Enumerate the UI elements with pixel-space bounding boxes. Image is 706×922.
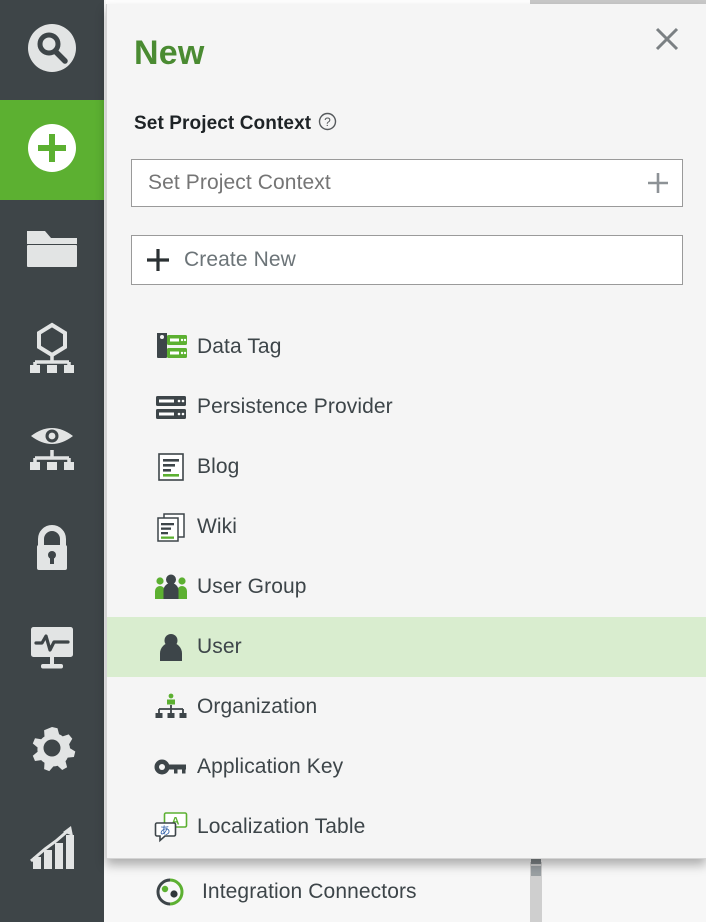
sidebar-item-new[interactable] <box>0 100 104 200</box>
set-project-context-field[interactable] <box>132 170 634 196</box>
data-tag-icon <box>147 332 195 362</box>
list-item-localization-table[interactable]: A あ Localization Table <box>107 797 706 857</box>
server-stack-icon <box>147 392 195 422</box>
list-item-application-key[interactable]: Application Key <box>107 737 706 797</box>
background-list-item-label: Integration Connectors <box>202 880 417 904</box>
list-item-label: Localization Table <box>197 815 365 839</box>
chart-growth-icon <box>25 823 79 878</box>
new-item-list: Data Tag Persistence Provider <box>107 317 706 857</box>
lock-icon <box>25 521 79 580</box>
search-icon <box>25 21 79 80</box>
close-button[interactable] <box>650 24 684 58</box>
create-new-button[interactable]: Create New <box>131 235 683 285</box>
plus-circle-icon <box>25 121 79 180</box>
integration-connectors-icon <box>146 877 194 907</box>
localization-icon: A あ <box>147 811 195 843</box>
list-item-label: Wiki <box>197 515 237 539</box>
create-new-label: Create New <box>184 248 296 272</box>
add-project-context-icon[interactable] <box>634 170 682 196</box>
list-item-organization[interactable]: Organization <box>107 677 706 737</box>
list-item-label: Application Key <box>197 755 343 779</box>
list-item-label: User <box>197 635 242 659</box>
svg-text:あ: あ <box>160 824 171 837</box>
set-project-context-label: Set Project Context <box>134 113 311 135</box>
list-item-label: Data Tag <box>197 335 281 359</box>
sidebar-item-settings[interactable] <box>0 700 104 800</box>
background-scrollbar-cap[interactable] <box>531 859 541 864</box>
list-item-user-group[interactable]: User Group <box>107 557 706 617</box>
folder-icon <box>25 223 79 278</box>
background-scrollbar-thumb[interactable] <box>531 866 541 876</box>
blog-page-icon <box>147 451 195 483</box>
list-item-blog[interactable]: Blog <box>107 437 706 497</box>
user-icon <box>147 632 195 662</box>
model-icon <box>25 322 79 379</box>
new-flyout-panel: New Set Project Context ? Create New <box>106 4 706 859</box>
list-item-label: User Group <box>197 575 307 599</box>
organization-icon <box>147 692 195 722</box>
close-icon <box>654 26 680 57</box>
set-project-context-input[interactable] <box>131 159 683 207</box>
user-group-icon <box>147 572 195 602</box>
sidebar-item-model[interactable] <box>0 300 104 400</box>
key-icon <box>147 755 195 779</box>
left-icon-rail <box>0 0 104 922</box>
list-item-user[interactable]: User <box>107 617 706 677</box>
list-item-data-tag[interactable]: Data Tag <box>107 317 706 377</box>
pulse-screen-icon <box>25 623 79 678</box>
monitor-eye-icon <box>25 422 79 479</box>
sidebar-item-files[interactable] <box>0 200 104 300</box>
gear-icon <box>25 721 79 780</box>
list-item-label: Organization <box>197 695 317 719</box>
list-item-persistence-provider[interactable]: Persistence Provider <box>107 377 706 437</box>
sidebar-item-health[interactable] <box>0 600 104 700</box>
wiki-pages-icon <box>147 511 195 543</box>
list-item-label: Blog <box>197 455 239 479</box>
list-item-label: Persistence Provider <box>197 395 393 419</box>
sidebar-item-security[interactable] <box>0 500 104 600</box>
set-project-context-label-row: Set Project Context ? <box>134 112 337 136</box>
background-list-item-integration-connectors[interactable]: Integration Connectors <box>106 862 706 922</box>
sidebar-item-observability[interactable] <box>0 400 104 500</box>
list-item-wiki[interactable]: Wiki <box>107 497 706 557</box>
sidebar-item-analytics[interactable] <box>0 800 104 900</box>
plus-icon <box>132 247 184 273</box>
svg-text:?: ? <box>324 115 331 129</box>
help-circle-icon[interactable]: ? <box>318 112 337 136</box>
page-title: New <box>134 34 205 73</box>
sidebar-item-search[interactable] <box>0 0 104 100</box>
